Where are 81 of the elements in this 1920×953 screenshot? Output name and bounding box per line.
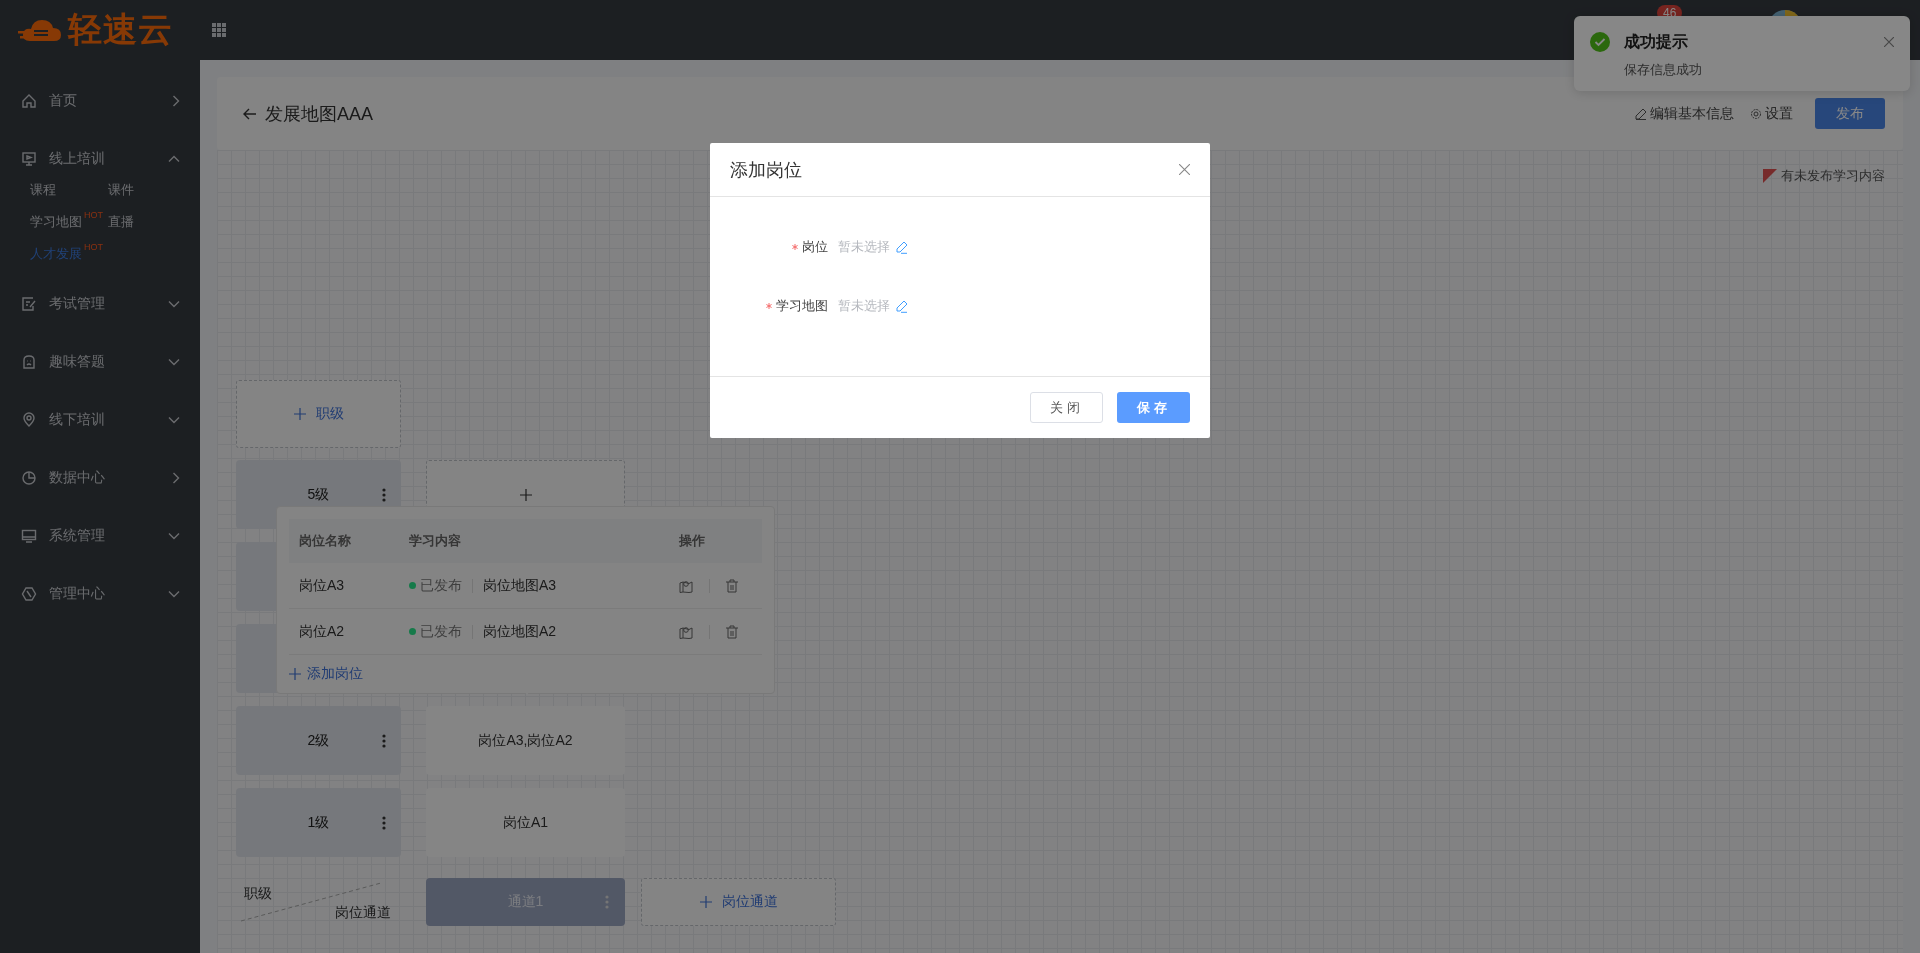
level-label: 1级 bbox=[307, 813, 330, 832]
selection-field[interactable]: 暂未选择 bbox=[838, 297, 908, 315]
table-cell-text: 岗位A2 bbox=[298, 622, 346, 641]
submenu-item[interactable]: 课程 bbox=[30, 181, 56, 199]
table-cell: 岗位地图A2 bbox=[483, 622, 557, 641]
status-text: 已发布 bbox=[420, 622, 462, 641]
position-card[interactable]: 岗位A1 bbox=[426, 788, 625, 857]
logo-text: 轻速云 bbox=[68, 9, 173, 50]
chevron-right-icon bbox=[172, 472, 180, 484]
field-label: 学习地图 bbox=[776, 297, 828, 315]
edit-document-icon bbox=[21, 296, 37, 312]
plus-icon bbox=[519, 488, 532, 501]
submenu-item[interactable]: 直播 bbox=[108, 213, 134, 231]
monitor-icon bbox=[21, 528, 37, 544]
add-level-button[interactable]: 职级 bbox=[236, 380, 401, 448]
add-position-link[interactable]: 添加岗位 bbox=[289, 655, 363, 683]
home-icon bbox=[21, 93, 37, 109]
presentation-icon bbox=[21, 151, 37, 167]
close-icon[interactable] bbox=[1179, 164, 1190, 175]
close-button[interactable]: 关闭 bbox=[1030, 392, 1103, 423]
pencil-icon bbox=[1635, 107, 1647, 120]
dialog-title: 添加岗位 bbox=[730, 158, 802, 182]
status-text: 已发布 bbox=[420, 576, 462, 595]
field-label: 岗位 bbox=[802, 238, 828, 256]
row-header: 职级 bbox=[244, 885, 272, 903]
level-label: 2级 bbox=[307, 731, 330, 750]
plus-icon bbox=[289, 668, 301, 680]
edit-info-link[interactable]: 编辑基本信息 bbox=[1631, 104, 1738, 123]
nav-item[interactable]: 首页 bbox=[0, 72, 200, 130]
nav-item[interactable]: 数据中心 bbox=[0, 449, 200, 507]
map-icon[interactable] bbox=[679, 624, 693, 639]
level-label: 5级 bbox=[307, 485, 330, 504]
notification-message: 保存信息成功 bbox=[1624, 61, 1703, 79]
pencil-icon bbox=[895, 299, 908, 313]
nav-item[interactable]: 趣味答题 bbox=[0, 333, 200, 391]
nav-item[interactable]: 考试管理 bbox=[0, 275, 200, 333]
submenu-item[interactable]: 课件 bbox=[108, 181, 134, 199]
save-button[interactable]: 保存 bbox=[1117, 392, 1190, 423]
position-card[interactable]: 岗位A3,岗位A2 bbox=[426, 706, 625, 775]
back-arrow-icon[interactable] bbox=[243, 107, 257, 120]
publish-button[interactable]: 发布 bbox=[1815, 98, 1885, 129]
nav-item[interactable]: 线下培训 bbox=[0, 391, 200, 449]
pie-chart-icon bbox=[21, 470, 37, 486]
apps-grid-icon[interactable] bbox=[212, 23, 226, 37]
column-header: 岗位名称 bbox=[298, 532, 352, 550]
table-cell: 岗位地图A3 bbox=[483, 576, 557, 595]
more-icon[interactable] bbox=[382, 734, 386, 748]
settings-icon bbox=[1750, 107, 1762, 120]
page-title: 发展地图AAA bbox=[265, 102, 374, 126]
plus-icon bbox=[699, 896, 712, 908]
success-check-icon bbox=[1590, 32, 1610, 52]
column-header: 学习内容 bbox=[409, 532, 462, 550]
close-icon[interactable] bbox=[1884, 37, 1894, 47]
nav-item[interactable]: 线上培训 bbox=[0, 137, 200, 181]
add-channel-button[interactable]: 岗位通道 bbox=[641, 878, 836, 926]
submenu-item[interactable]: 学习地图 bbox=[30, 213, 82, 231]
trash-icon[interactable] bbox=[726, 578, 738, 593]
map-icon[interactable] bbox=[679, 578, 693, 593]
nav-item[interactable]: 系统管理 bbox=[0, 507, 200, 565]
trash-icon[interactable] bbox=[726, 624, 738, 639]
unpublished-notice: 有未发布学习内容 bbox=[1781, 167, 1885, 185]
location-pin-icon bbox=[21, 412, 37, 428]
settings-link[interactable]: 设置 bbox=[1746, 104, 1797, 123]
table-cell-text: 岗位A3 bbox=[298, 576, 346, 595]
more-icon[interactable] bbox=[382, 488, 386, 502]
plus-icon bbox=[293, 408, 306, 420]
hot-label: HOT bbox=[84, 242, 103, 252]
hexagon-icon bbox=[21, 586, 37, 602]
submenu-item[interactable]: 人才发展 bbox=[30, 245, 82, 263]
hot-label: HOT bbox=[84, 210, 103, 220]
selection-field[interactable]: 暂未选择 bbox=[838, 238, 908, 256]
nav-item[interactable]: 管理中心 bbox=[0, 565, 200, 623]
pencil-icon bbox=[895, 240, 908, 254]
flag-corner-icon bbox=[1763, 169, 1777, 183]
ghost-icon bbox=[21, 354, 37, 370]
cloud-logo-icon bbox=[18, 17, 62, 43]
more-icon[interactable] bbox=[382, 816, 386, 830]
notification-title: 成功提示 bbox=[1624, 32, 1689, 52]
chevron-right-icon bbox=[172, 95, 180, 107]
column-header: 操作 bbox=[679, 532, 705, 550]
column-header: 岗位通道 bbox=[335, 904, 391, 922]
